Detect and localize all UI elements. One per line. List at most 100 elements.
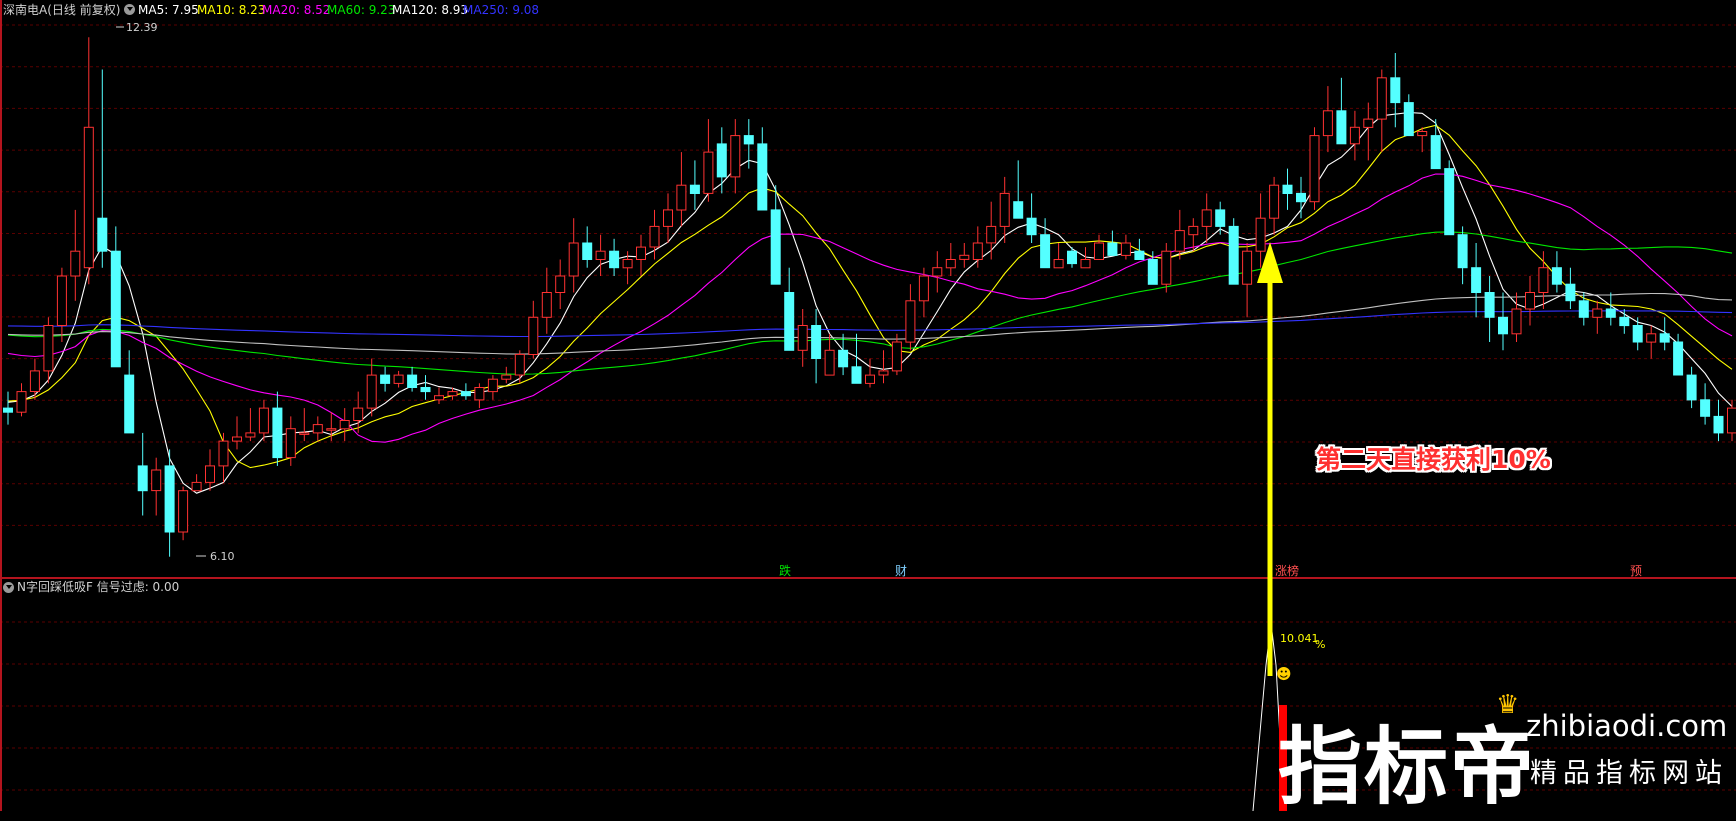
settings-dropdown-icon[interactable] [124,4,135,15]
candle-down [1660,334,1669,342]
candle-down [421,388,430,392]
candle-up [259,408,268,433]
candle-up [246,433,255,437]
candle-up [300,433,309,435]
candle-down [111,251,120,367]
candle-up [1728,408,1736,433]
ma120-line [8,294,1732,355]
candle-up [825,350,834,375]
candle-up [1310,136,1319,202]
candle-down [1701,400,1710,417]
candle-down [1579,301,1588,318]
candle-down [461,392,470,396]
candle-up [798,326,807,351]
candle-up [179,491,188,532]
candle-down [138,466,147,491]
candle-up [502,375,511,379]
candle-down [1458,235,1467,268]
ma10-label: MA10: 8.23 [197,3,265,17]
candle-down [839,350,848,367]
candle-up [933,268,942,276]
high-price-label: 12.39 [126,21,158,35]
candle-down [812,326,821,359]
candle-down [125,375,134,433]
candle-down [1216,210,1225,227]
candle-up [327,429,336,431]
indicator-dropdown-icon[interactable] [3,582,14,593]
ma5-label: MA5: 7.95 [138,3,199,17]
candle-down [1135,251,1144,259]
candle-down [1404,103,1413,136]
candle-up [1647,334,1656,342]
candle-down [758,144,767,210]
candle-up [1189,226,1198,234]
candle-up [448,392,457,396]
watermark-brand: 指标帝 [1278,700,1536,821]
stock-chart-window: 深南电A(日线 前复权) MA5: 7.95 MA10: 8.23 MA20: … [0,0,1736,811]
candle-down [4,408,13,412]
candle-up [30,371,39,392]
candle-down [744,136,753,144]
ma250-label: MA250: 9.08 [463,3,539,17]
candle-down [165,466,174,532]
candle-down [1391,78,1400,103]
candle-up [1323,111,1332,136]
ma20-label: MA20: 8.52 [262,3,330,17]
candle-down [1014,202,1023,219]
candle-up [44,326,53,371]
candle-up [354,408,363,420]
candle-up [960,255,969,259]
candle-up [542,293,551,318]
candle-up [192,482,201,490]
candle-up [286,429,295,458]
candle-up [206,466,215,483]
candle-down [1041,235,1050,268]
candle-up [57,276,66,326]
candle-up [1418,132,1427,136]
candle-down [1714,416,1723,433]
candle-down [583,243,592,260]
candle-up [394,375,403,383]
candle-down [717,144,726,177]
candle-up [219,441,228,466]
candle-down [1674,342,1683,375]
candlestick-chart[interactable] [0,0,1736,811]
candle-up [556,276,565,293]
candle-up [84,127,93,267]
candle-up [623,260,632,268]
candle-down [610,251,619,268]
candle-up [664,210,673,227]
candle-up [71,251,80,276]
candle-up [596,251,605,259]
candle-down [381,375,390,383]
candle-down [1472,268,1481,293]
candle-down [1108,243,1117,255]
ma20-line [8,174,1732,442]
candle-down [98,218,107,251]
candle-up [1000,193,1009,226]
candle-down [1485,293,1494,318]
candle-down [1229,226,1238,284]
candle-up [1243,251,1252,284]
candle-down [1552,268,1561,285]
candle-up [1256,218,1265,251]
candle-up [1350,127,1359,144]
candle-down [1027,218,1036,235]
candle-up [1364,119,1373,127]
profit-annotation: 第二天直接获利10% [1316,440,1551,476]
watermark-domain: zhibiaodi.com [1526,709,1727,743]
watermark-tagline: 精品指标网站 [1530,751,1728,790]
low-price-label: 6.10 [210,550,235,564]
candle-down [785,293,794,351]
candle-up [1202,210,1211,227]
signal-value: 10.041 [1280,632,1319,646]
candle-up [704,152,713,193]
candle-up [731,136,740,177]
candle-up [1162,251,1171,284]
candle-up [1054,260,1063,268]
candle-up [650,226,659,247]
candle-up [1593,309,1602,317]
candle-up [677,185,686,210]
candle-up [367,375,376,408]
candle-up [987,226,996,243]
